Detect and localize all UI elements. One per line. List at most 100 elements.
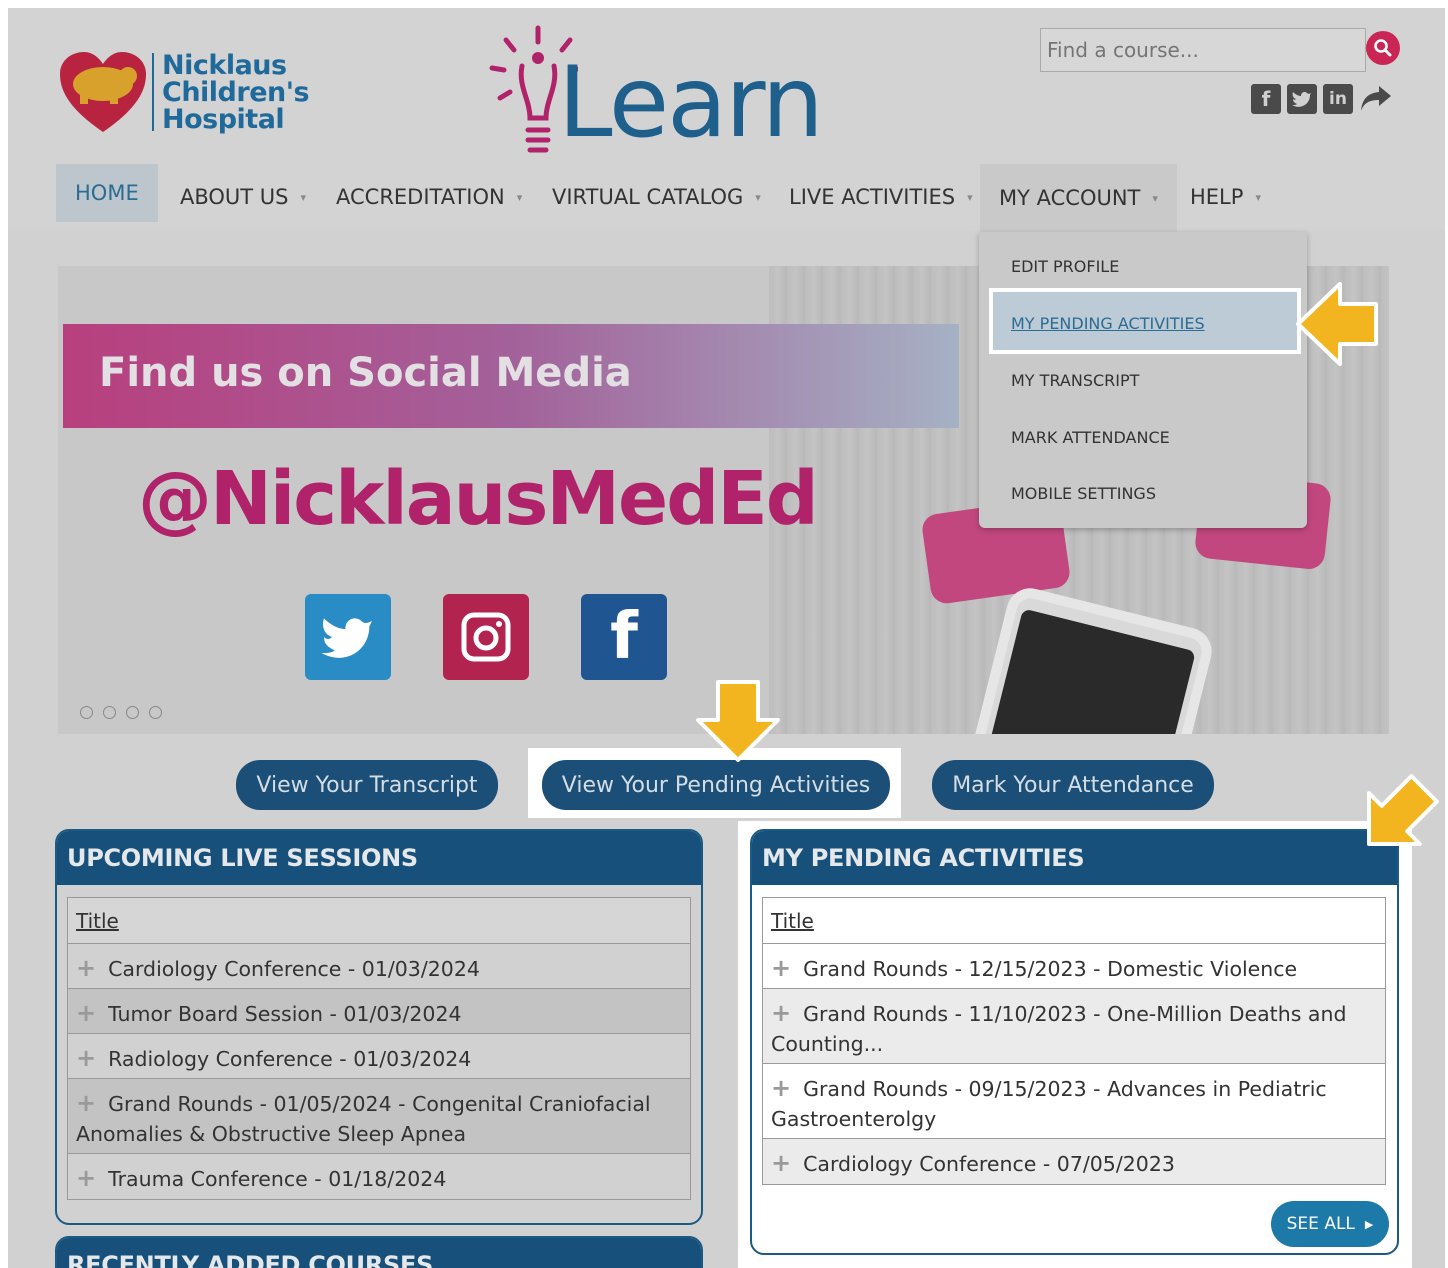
banner-headline-bar: Find us on Social Media bbox=[63, 324, 959, 428]
upcoming-sessions-table: Title + Cardiology Conference - 01/03/202… bbox=[67, 897, 691, 1200]
course-search-input[interactable] bbox=[1041, 29, 1365, 71]
table-row[interactable]: + Grand Rounds - 12/15/2023 - Domestic Vi… bbox=[763, 944, 1385, 989]
caret-right-icon: ▶ bbox=[1364, 1217, 1374, 1231]
column-header-title[interactable]: Title bbox=[763, 898, 1385, 944]
expand-plus-icon[interactable]: + bbox=[771, 999, 791, 1027]
linkedin-icon[interactable]: in bbox=[1323, 84, 1353, 114]
table-row[interactable]: + Tumor Board Session - 01/03/2024 bbox=[68, 989, 690, 1034]
main-nav: HOME ABOUT US ▾ ACCREDITATION ▾ VIRTUAL CA… bbox=[8, 164, 1445, 232]
chevron-down-icon: ▾ bbox=[1152, 191, 1158, 205]
row-title: Grand Rounds - 09/15/2023 - Advances in … bbox=[771, 1077, 1327, 1131]
chevron-down-icon: ▾ bbox=[300, 190, 307, 204]
expand-plus-icon[interactable]: + bbox=[76, 1089, 96, 1117]
callout-arrow-down-icon bbox=[696, 680, 780, 762]
row-title: Cardiology Conference - 07/05/2023 bbox=[803, 1152, 1175, 1176]
row-title: Grand Rounds - 01/05/2024 - Congenital C… bbox=[76, 1092, 651, 1146]
nav-my-account[interactable]: MY ACCOUNT ▾ bbox=[980, 164, 1177, 232]
row-title: Tumor Board Session - 01/03/2024 bbox=[108, 1002, 462, 1026]
expand-plus-icon[interactable]: + bbox=[76, 1044, 96, 1072]
nav-accreditation[interactable]: ACCREDITATION ▾ bbox=[336, 164, 522, 230]
table-row[interactable]: + Grand Rounds - 09/15/2023 - Advances in… bbox=[763, 1064, 1385, 1139]
menu-my-transcript[interactable]: MY TRANSCRIPT bbox=[1011, 371, 1139, 390]
my-account-dropdown: EDIT PROFILE MY PENDING ACTIVITIES MY TR… bbox=[979, 232, 1307, 528]
table-row[interactable]: + Trauma Conference - 01/18/2024 bbox=[68, 1154, 690, 1199]
twitter-icon[interactable] bbox=[1287, 84, 1317, 114]
expand-plus-icon[interactable]: + bbox=[76, 999, 96, 1027]
callout-arrow-diagonal-icon bbox=[1367, 774, 1439, 846]
row-title: Grand Rounds - 12/15/2023 - Domestic Vio… bbox=[803, 957, 1298, 981]
nav-home-label: HOME bbox=[75, 181, 139, 205]
carousel-dot[interactable] bbox=[80, 706, 93, 719]
chevron-down-icon: ▾ bbox=[516, 190, 523, 204]
logo-line-3: Hospital bbox=[162, 103, 285, 135]
expand-plus-icon[interactable]: + bbox=[771, 1149, 791, 1177]
pending-activities-title: MY PENDING ACTIVITIES bbox=[752, 831, 1397, 885]
logo-text: Nicklaus Children's Hospital bbox=[162, 49, 310, 135]
expand-plus-icon[interactable]: + bbox=[771, 1074, 791, 1102]
ilearn-logo[interactable]: Learn bbox=[478, 20, 828, 170]
facebook-icon[interactable]: f bbox=[1251, 84, 1281, 114]
site-header: Nicklaus Children's Hospital Learn Find … bbox=[8, 8, 1445, 232]
nav-virtual-catalog[interactable]: VIRTUAL CATALOG ▾ bbox=[552, 164, 761, 230]
search-button[interactable] bbox=[1366, 31, 1400, 65]
logo-line-2: Children's bbox=[162, 76, 310, 108]
view-transcript-button[interactable]: View Your Transcript bbox=[236, 760, 498, 810]
phone-screen bbox=[988, 608, 1196, 734]
recently-added-panel: RECENTLY ADDED COURSES bbox=[55, 1236, 703, 1268]
heart-bear-logo-icon bbox=[60, 52, 146, 132]
course-search-box[interactable] bbox=[1040, 28, 1366, 72]
menu-mobile-settings[interactable]: MOBILE SETTINGS bbox=[1011, 484, 1156, 503]
chevron-down-icon: ▾ bbox=[755, 190, 761, 204]
nav-help[interactable]: HELP ▾ bbox=[1190, 164, 1261, 230]
nav-virtual-catalog-label: VIRTUAL CATALOG bbox=[552, 185, 744, 209]
nav-about-us-label: ABOUT US bbox=[180, 185, 289, 209]
expand-plus-icon[interactable]: + bbox=[76, 954, 96, 982]
page-frame: Nicklaus Children's Hospital Learn Find … bbox=[8, 8, 1445, 1268]
mark-attendance-button[interactable]: Mark Your Attendance bbox=[932, 760, 1214, 810]
nav-accreditation-label: ACCREDITATION bbox=[336, 185, 505, 209]
row-title: Radiology Conference - 01/03/2024 bbox=[108, 1047, 472, 1071]
table-row[interactable]: + Cardiology Conference - 01/03/2024 bbox=[68, 944, 690, 989]
carousel-dot[interactable] bbox=[149, 706, 162, 719]
nav-about-us[interactable]: ABOUT US ▾ bbox=[180, 164, 306, 230]
logo-line-1: Nicklaus bbox=[162, 49, 287, 81]
search-icon bbox=[1374, 39, 1392, 57]
carousel-dots bbox=[80, 706, 162, 719]
logo-divider bbox=[152, 53, 154, 131]
row-title: Trauma Conference - 01/18/2024 bbox=[108, 1167, 447, 1191]
carousel-dot[interactable] bbox=[126, 706, 139, 719]
table-row[interactable]: + Grand Rounds - 01/05/2024 - Congenital … bbox=[68, 1079, 690, 1154]
view-pending-activities-button[interactable]: View Your Pending Activities bbox=[542, 760, 890, 810]
upcoming-sessions-panel: UPCOMING LIVE SESSIONS Title + Cardiology… bbox=[55, 829, 703, 1225]
table-row[interactable]: + Radiology Conference - 01/03/2024 bbox=[68, 1034, 690, 1079]
ilearn-wordmark: Learn bbox=[558, 46, 824, 160]
recently-added-title: RECENTLY ADDED COURSES bbox=[57, 1238, 701, 1268]
column-header-title[interactable]: Title bbox=[68, 898, 690, 944]
menu-edit-profile[interactable]: EDIT PROFILE bbox=[1011, 257, 1119, 276]
menu-my-pending-activities[interactable]: MY PENDING ACTIVITIES bbox=[1011, 314, 1205, 333]
pending-activities-panel: MY PENDING ACTIVITIES Title + Grand Round… bbox=[750, 829, 1399, 1255]
carousel-dot[interactable] bbox=[103, 706, 116, 719]
social-handle: @NicklausMedEd bbox=[138, 456, 819, 542]
expand-plus-icon[interactable]: + bbox=[771, 954, 791, 982]
chevron-down-icon: ▾ bbox=[1255, 190, 1261, 204]
see-all-label: SEE ALL bbox=[1286, 1214, 1355, 1234]
share-icon[interactable] bbox=[1359, 84, 1393, 114]
nav-home[interactable]: HOME bbox=[56, 164, 158, 222]
banner-headline: Find us on Social Media bbox=[99, 350, 632, 396]
nav-live-activities[interactable]: LIVE ACTIVITIES ▾ bbox=[789, 164, 973, 230]
nav-live-activities-label: LIVE ACTIVITIES bbox=[789, 185, 956, 209]
see-all-button[interactable]: SEE ALL ▶ bbox=[1271, 1201, 1389, 1247]
nav-my-account-label: MY ACCOUNT bbox=[999, 186, 1141, 210]
upcoming-sessions-title: UPCOMING LIVE SESSIONS bbox=[57, 831, 701, 885]
facebook-logo-icon[interactable]: f bbox=[581, 594, 667, 680]
menu-mark-attendance[interactable]: MARK ATTENDANCE bbox=[1011, 428, 1170, 447]
chevron-down-icon: ▾ bbox=[967, 190, 973, 204]
twitter-logo-icon[interactable] bbox=[305, 594, 391, 680]
expand-plus-icon[interactable]: + bbox=[76, 1164, 96, 1192]
nav-help-label: HELP bbox=[1190, 185, 1244, 209]
instagram-logo-icon[interactable] bbox=[443, 594, 529, 680]
table-row[interactable]: + Cardiology Conference - 07/05/2023 bbox=[763, 1139, 1385, 1184]
hospital-logo[interactable]: Nicklaus Children's Hospital bbox=[58, 49, 310, 135]
table-row[interactable]: + Grand Rounds - 11/10/2023 - One-Million… bbox=[763, 989, 1385, 1064]
